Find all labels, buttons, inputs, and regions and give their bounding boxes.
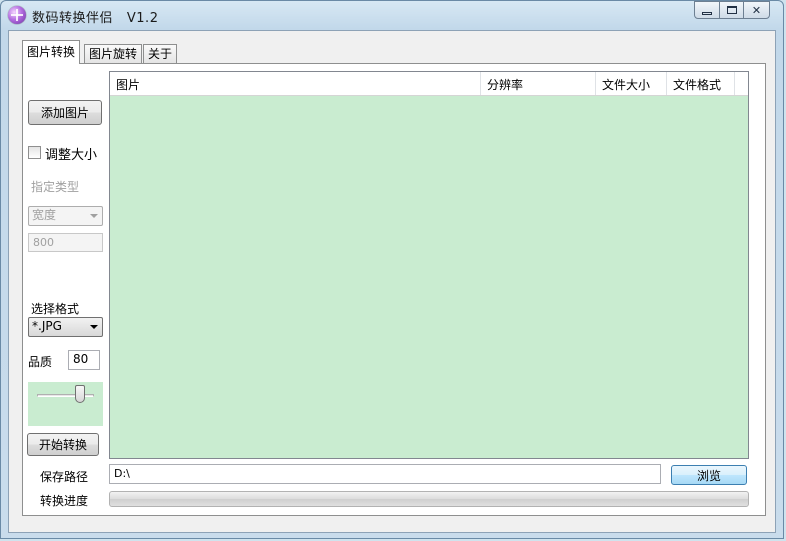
save-path-input[interactable]: D:\	[109, 464, 661, 484]
select-format-label: 选择格式	[31, 302, 80, 316]
resize-checkbox-label[interactable]: 调整大小	[45, 144, 97, 163]
chevron-down-icon	[90, 214, 98, 218]
app-icon	[8, 6, 26, 24]
column-header-file-format[interactable]: 文件格式	[667, 72, 735, 95]
tab-about[interactable]: 关于	[143, 44, 178, 63]
start-convert-button[interactable]: 开始转换	[27, 433, 99, 456]
close-icon: ✕	[751, 3, 762, 17]
tab-image-convert[interactable]: 图片转换	[22, 40, 81, 64]
progress-label: 转换进度	[40, 494, 89, 508]
resize-checkbox[interactable]	[28, 146, 41, 159]
window-title: 数码转换伴侣 V1.2	[32, 11, 159, 26]
add-image-button[interactable]: 添加图片	[28, 100, 102, 125]
quality-slider-thumb[interactable]	[74, 385, 85, 403]
chevron-down-icon	[90, 325, 98, 329]
quality-label: 品质	[28, 355, 53, 369]
minimize-icon	[702, 11, 712, 15]
dimension-select-value: 宽度	[32, 208, 57, 222]
window-controls: ✕	[694, 1, 770, 21]
format-select-value: *.JPG	[32, 319, 62, 333]
image-list[interactable]: 图片 分辨率 文件大小 文件格式	[109, 71, 749, 459]
dimension-select[interactable]: 宽度	[28, 206, 103, 226]
specify-type-label: 指定类型	[31, 180, 80, 194]
maximize-button[interactable]	[719, 1, 744, 19]
list-header: 图片 分辨率 文件大小 文件格式	[110, 72, 748, 96]
quality-slider-area	[28, 382, 103, 426]
size-input[interactable]: 800	[28, 233, 103, 252]
close-button[interactable]: ✕	[743, 1, 770, 19]
column-header-file-size[interactable]: 文件大小	[596, 72, 667, 95]
column-header-image[interactable]: 图片	[110, 72, 481, 95]
minimize-button[interactable]	[694, 1, 720, 19]
quality-slider-track[interactable]	[37, 394, 94, 397]
format-select[interactable]: *.JPG	[28, 317, 103, 337]
quality-input[interactable]: 80	[68, 350, 100, 370]
browse-button[interactable]: 浏览	[671, 465, 747, 485]
save-path-label: 保存路径	[40, 470, 89, 484]
column-header-resolution[interactable]: 分辨率	[481, 72, 596, 95]
title-bar[interactable]: 数码转换伴侣 V1.2 ✕	[0, 0, 784, 30]
tab-image-rotate[interactable]: 图片旋转	[84, 44, 143, 63]
conversion-progress-bar	[109, 491, 749, 507]
maximize-icon	[726, 6, 737, 14]
